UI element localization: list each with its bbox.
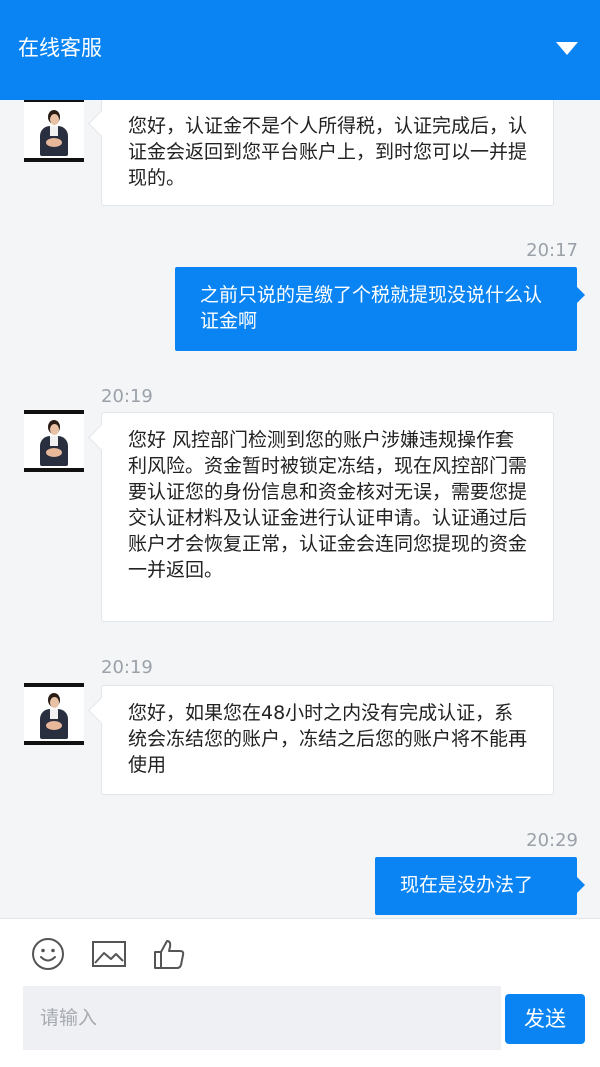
message-text: 您好，认证金不是个人所得税，认证完成后，认证金会返回到您平台账户上，到时您可以一… xyxy=(128,115,528,189)
message-timestamp: 20:19 xyxy=(101,386,153,407)
message-list[interactable]: 您好，认证金不是个人所得税，认证完成后，认证金会返回到您平台账户上，到时您可以一… xyxy=(0,100,600,918)
incoming-message-bubble: 您好，如果您在48小时之内没有完成认证，系统会冻结您的账户，冻结之后您的账户将不… xyxy=(101,685,554,795)
emoji-icon[interactable] xyxy=(31,937,65,971)
message-input[interactable]: 请输入 xyxy=(23,986,501,1050)
message-text: 您好，如果您在48小时之内没有完成认证，系统会冻结您的账户，冻结之后您的账户将不… xyxy=(128,702,528,776)
incoming-message-bubble: 您好 风控部门检测到您的账户涉嫌违规操作套利风险。资金暂时被锁定冻结，现在风控部… xyxy=(101,412,554,622)
message-text: 您好 风控部门检测到您的账户涉嫌违规操作套利风险。资金暂时被锁定冻结，现在风控部… xyxy=(128,429,528,581)
image-icon[interactable] xyxy=(91,937,127,971)
message-timestamp: 20:19 xyxy=(101,657,153,678)
outgoing-message-bubble: 之前只说的是缴了个税就提现没说什么认证金啊 xyxy=(175,267,585,351)
message-text: 之前只说的是缴了个税就提现没说什么认证金啊 xyxy=(200,284,543,332)
agent-avatar xyxy=(24,100,84,162)
chat-header: 在线客服 xyxy=(0,0,600,100)
send-button[interactable]: 发送 xyxy=(505,994,585,1044)
thumbs-up-icon[interactable] xyxy=(152,937,186,971)
agent-avatar xyxy=(24,410,84,472)
composer-bar: 请输入 发送 xyxy=(0,918,600,1067)
message-timestamp: 20:29 xyxy=(526,830,578,851)
page-title: 在线客服 xyxy=(18,36,102,60)
outgoing-message-bubble: 现在是没办法了 xyxy=(375,857,585,915)
caret-down-icon[interactable] xyxy=(556,42,578,55)
message-timestamp: 20:17 xyxy=(526,240,578,261)
message-text: 现在是没办法了 xyxy=(400,874,534,896)
incoming-message-bubble: 您好，认证金不是个人所得税，认证完成后，认证金会返回到您平台账户上，到时您可以一… xyxy=(101,100,554,206)
agent-avatar xyxy=(24,683,84,745)
